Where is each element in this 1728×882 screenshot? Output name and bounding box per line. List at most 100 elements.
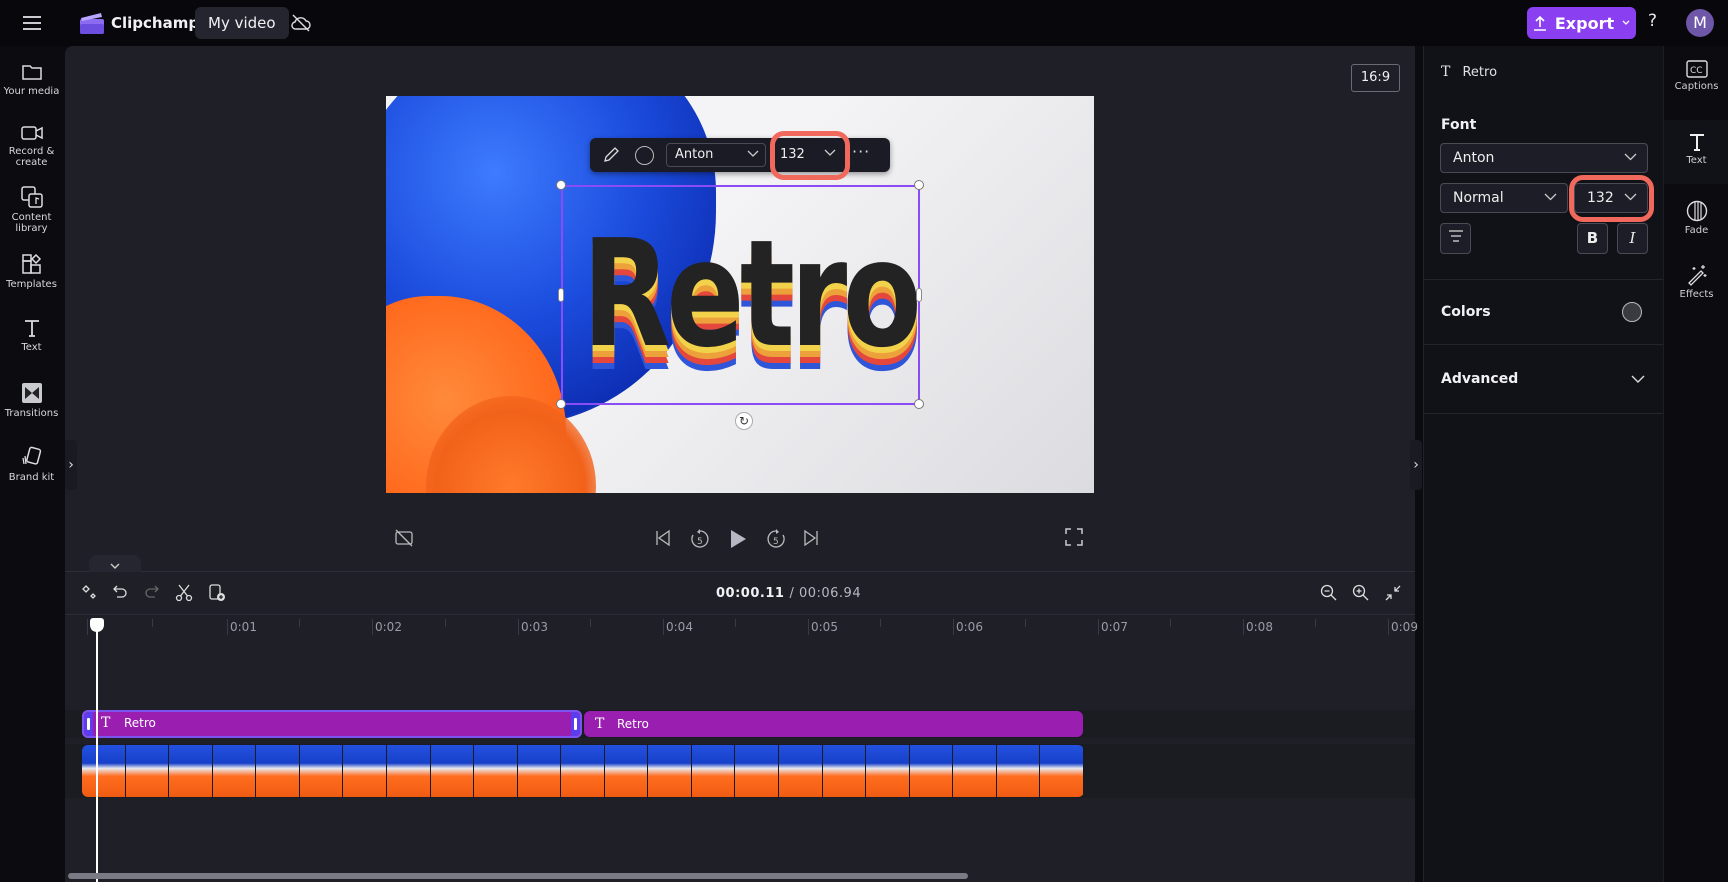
text-clip-selected[interactable]: T Retro: [82, 710, 582, 738]
chevron-down-icon: [1622, 20, 1630, 25]
text-color-button[interactable]: [635, 146, 654, 165]
resize-handle[interactable]: [556, 180, 566, 190]
ruler-minor-tick: [152, 619, 153, 627]
sidebar-item-content-library[interactable]: Content library: [0, 186, 63, 234]
more-options-button[interactable]: ···: [852, 142, 870, 161]
sidebar-item-record-create[interactable]: Record & create: [0, 124, 63, 168]
expand-right-panel-button[interactable]: ›: [1410, 440, 1422, 490]
sidebar-label: create: [15, 157, 48, 168]
sidebar-item-text[interactable]: Text: [0, 318, 63, 353]
font-family-select[interactable]: Anton: [1440, 143, 1648, 173]
video-clip[interactable]: [82, 745, 1084, 797]
right-tab-label: Text: [1686, 155, 1707, 166]
trim-handle-left[interactable]: [84, 712, 93, 736]
scissors-icon[interactable]: [175, 584, 193, 602]
video-thumbnail: [866, 745, 910, 797]
timeline-scrollbar[interactable]: [68, 873, 968, 879]
toolbar-font-select[interactable]: Anton: [666, 143, 766, 167]
video-thumbnail: [953, 745, 997, 797]
playhead[interactable]: [96, 620, 98, 882]
align-center-icon: [1448, 230, 1463, 242]
play-icon[interactable]: [728, 528, 748, 550]
font-value: Anton: [675, 147, 714, 162]
italic-button[interactable]: I: [1617, 223, 1648, 254]
resize-handle[interactable]: [914, 180, 924, 190]
project-title[interactable]: My video: [195, 7, 289, 39]
advanced-section-label[interactable]: Advanced: [1441, 371, 1518, 387]
resize-handle[interactable]: [556, 399, 566, 409]
divider: [1423, 344, 1663, 345]
trim-handle-right[interactable]: [571, 712, 580, 736]
cloud-off-icon[interactable]: [290, 13, 312, 33]
menu-icon[interactable]: [20, 12, 44, 34]
zoom-out-icon[interactable]: [1320, 584, 1338, 602]
zoom-in-icon[interactable]: [1352, 584, 1370, 602]
current-time: 00:00.11: [716, 586, 785, 601]
sidebar-label: Templates: [6, 279, 57, 290]
video-thumbnail: [691, 745, 736, 797]
chevron-down-icon[interactable]: [1631, 375, 1645, 384]
right-tab-text[interactable]: Text: [1664, 120, 1728, 184]
text-clip[interactable]: T Retro: [584, 711, 1083, 737]
text-clip-icon: T: [101, 715, 111, 731]
skip-back-icon[interactable]: [655, 528, 671, 548]
rewind-5-icon[interactable]: 5: [689, 528, 711, 550]
redo-icon[interactable]: [144, 584, 160, 600]
collapse-timeline-button[interactable]: [89, 555, 141, 572]
video-thumbnail: [1040, 745, 1084, 797]
right-tab-captions[interactable]: CC Captions: [1664, 60, 1728, 114]
sidebar-item-templates[interactable]: Templates: [0, 253, 63, 290]
rotate-handle-icon[interactable]: ↻: [735, 412, 753, 430]
help-button[interactable]: ?: [1648, 11, 1657, 31]
export-button[interactable]: Export: [1527, 7, 1636, 39]
fade-icon: [1686, 200, 1707, 222]
text-selection-box[interactable]: [561, 185, 920, 405]
colors-section-label[interactable]: Colors: [1441, 304, 1491, 320]
undo-icon[interactable]: [112, 584, 128, 600]
magic-edit-icon[interactable]: [80, 584, 98, 602]
aspect-ratio-button[interactable]: 16:9: [1351, 64, 1400, 92]
sidebar-item-transitions[interactable]: Transitions: [0, 382, 63, 419]
folder-icon: [21, 65, 42, 80]
text-color-swatch[interactable]: [1622, 302, 1642, 322]
total-time: / 00:06.94: [789, 586, 862, 601]
video-thumbnail: [299, 745, 344, 797]
fullscreen-icon[interactable]: [1065, 528, 1083, 546]
right-tab-fade[interactable]: Fade: [1664, 200, 1728, 254]
resize-handle[interactable]: [916, 288, 922, 302]
sidebar-label: Content: [11, 212, 52, 223]
captions-off-icon[interactable]: [394, 528, 414, 548]
expand-left-panel-button[interactable]: ›: [65, 440, 77, 490]
svg-text:5: 5: [773, 537, 779, 547]
svg-text:CC: CC: [1690, 66, 1703, 76]
sidebar-label: Text: [21, 342, 42, 353]
resize-handle[interactable]: [914, 399, 924, 409]
font-weight-select[interactable]: Normal: [1440, 183, 1568, 213]
chevron-down-icon: [747, 150, 759, 157]
timeline-ruler[interactable]: 0 0:01 0:02 0:03 0:04 0:05 0:06 0:07 0:0…: [65, 614, 1418, 642]
forward-5-icon[interactable]: 5: [765, 528, 787, 550]
pencil-icon[interactable]: [602, 146, 620, 168]
add-media-icon[interactable]: [208, 584, 226, 602]
upload-icon: [1533, 15, 1546, 31]
divider: [1423, 279, 1663, 280]
sidebar-item-your-media[interactable]: Your media: [0, 62, 63, 97]
text-align-button[interactable]: [1440, 223, 1471, 254]
effects-icon: [1687, 265, 1706, 286]
right-tab-effects[interactable]: Effects: [1664, 264, 1728, 318]
resize-handle[interactable]: [558, 288, 564, 302]
avatar[interactable]: M: [1686, 9, 1714, 37]
video-thumbnail: [604, 745, 649, 797]
sidebar-label: Your media: [3, 86, 60, 97]
playhead-handle[interactable]: [90, 618, 104, 632]
clip-label: Retro: [124, 716, 156, 730]
skip-forward-icon[interactable]: [803, 528, 819, 548]
ruler-label: 0:03: [518, 619, 548, 635]
text-icon: T: [1441, 64, 1451, 80]
sidebar-item-brand-kit[interactable]: Brand kit: [0, 446, 63, 483]
ruler-label: 0:01: [227, 619, 257, 635]
fit-timeline-icon[interactable]: [1384, 584, 1402, 602]
clip-label: Retro: [617, 717, 649, 731]
bold-button[interactable]: B: [1577, 223, 1608, 254]
right-tab-label: Effects: [1679, 289, 1714, 300]
